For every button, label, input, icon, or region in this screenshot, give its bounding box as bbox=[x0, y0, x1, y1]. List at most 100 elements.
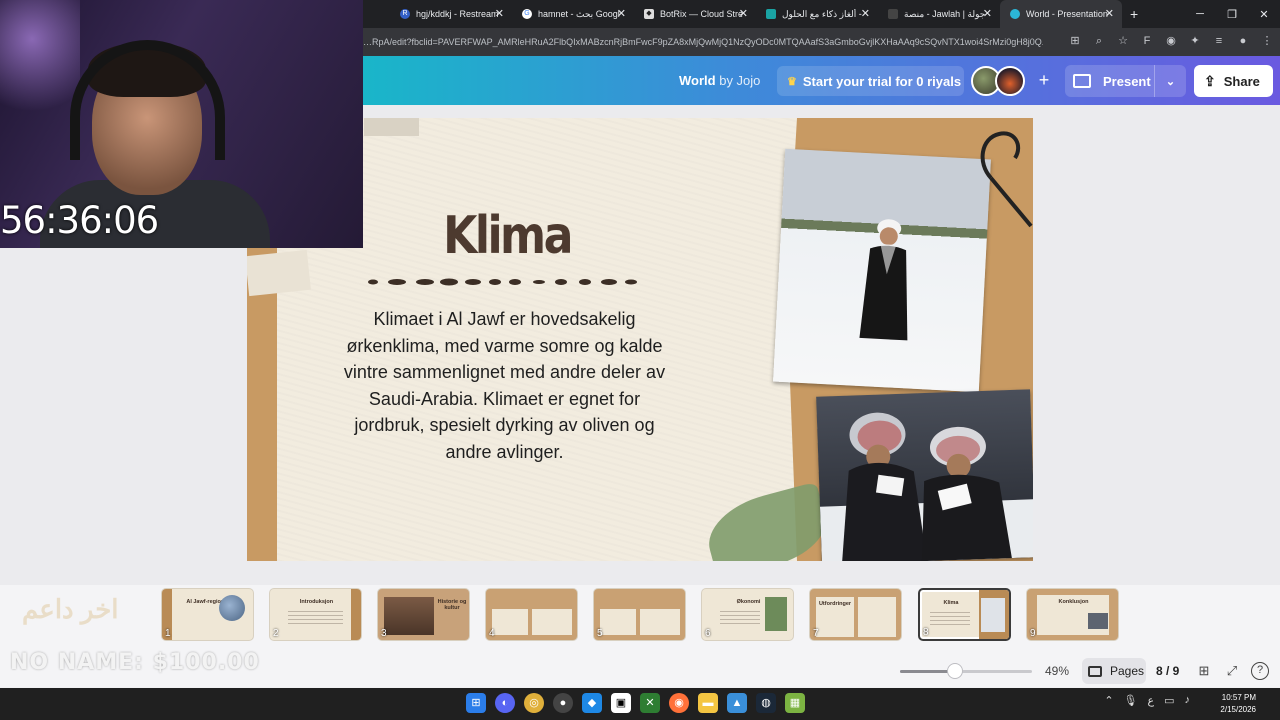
profile-icon[interactable]: ● bbox=[1236, 32, 1250, 50]
page-thumbnail[interactable]: Konklusjon 9 bbox=[1026, 588, 1119, 641]
new-tab-icon[interactable]: + bbox=[1130, 6, 1138, 22]
thumbnail-number: 4 bbox=[489, 628, 495, 639]
folder-icon[interactable]: ▬ bbox=[698, 693, 718, 713]
app-icon[interactable]: ▣ bbox=[611, 693, 631, 713]
zoom-slider[interactable] bbox=[900, 670, 1032, 673]
clock-time: 10:57 PM bbox=[1221, 693, 1256, 702]
menu-kebab-icon[interactable]: ⋮ bbox=[1260, 32, 1274, 50]
close-window-icon[interactable]: ✕ bbox=[1248, 0, 1280, 28]
page-thumbnail[interactable]: Introduksjon 2 bbox=[269, 588, 362, 641]
page-thumbnail[interactable]: Al Jawf-regionen 1 bbox=[161, 588, 254, 641]
editor-header: World by Jojo ♛ Start your trial for 0 r… bbox=[363, 56, 1280, 105]
thumbnail-title: Historie og kultur bbox=[437, 599, 467, 611]
page-thumbnail[interactable]: Utfordringer 7 bbox=[809, 588, 902, 641]
steam-icon[interactable]: ◍ bbox=[756, 693, 776, 713]
dotted-divider bbox=[368, 278, 637, 286]
slide-canvas[interactable]: Klima Klimaet i Al Jawf er hovedsakelig … bbox=[247, 118, 1033, 561]
help-icon[interactable]: ? bbox=[1251, 662, 1269, 680]
app-icon[interactable]: ◆ bbox=[582, 693, 602, 713]
avatar[interactable] bbox=[995, 66, 1025, 96]
store-icon[interactable]: ▲ bbox=[727, 693, 747, 713]
note-card bbox=[492, 609, 528, 635]
canva-icon bbox=[1010, 9, 1020, 19]
page-thumbnail-active[interactable]: Klima 8 bbox=[918, 588, 1011, 641]
page-thumbnail[interactable]: Historie og kultur 3 bbox=[377, 588, 470, 641]
close-tab-icon[interactable]: ✕ bbox=[983, 7, 992, 20]
thumbnail-photo bbox=[384, 597, 434, 635]
pages-button[interactable]: Pages bbox=[1082, 658, 1146, 684]
hook-decoration bbox=[980, 131, 1033, 228]
firefox-icon[interactable]: ◉ bbox=[669, 693, 689, 713]
page-counter: 8 / 9 bbox=[1156, 664, 1180, 678]
close-tab-icon[interactable]: ✕ bbox=[739, 7, 748, 20]
minimize-icon[interactable]: ─ bbox=[1184, 0, 1216, 28]
close-tab-icon[interactable]: ✕ bbox=[1105, 7, 1114, 20]
keyboard-layout-icon[interactable]: ع bbox=[1148, 694, 1155, 707]
globe-icon bbox=[219, 595, 245, 621]
start-trial-button[interactable]: ♛ Start your trial for 0 riyals bbox=[777, 66, 964, 96]
discord-icon[interactable]: ◐ bbox=[495, 693, 515, 713]
trial-label: Start your trial for 0 riyals bbox=[802, 73, 962, 89]
google-icon: G bbox=[522, 9, 532, 19]
zoom-icon[interactable]: ⌕ bbox=[1092, 32, 1106, 50]
page-thumbnail[interactable]: 4 bbox=[485, 588, 578, 641]
tab-google[interactable]: G hamnet - بحث Googl ✕ bbox=[512, 0, 634, 28]
page-thumbnail[interactable]: Økonomi 6 bbox=[701, 588, 794, 641]
chevron-down-icon[interactable]: ⌄ bbox=[1154, 65, 1186, 97]
chrome-icon[interactable]: ◎ bbox=[524, 693, 544, 713]
thumbnail-number: 6 bbox=[705, 628, 711, 639]
close-tab-icon[interactable]: ✕ bbox=[861, 7, 870, 20]
pages-icon bbox=[1088, 665, 1102, 677]
thumbnail-number: 2 bbox=[273, 628, 279, 639]
network-icon[interactable]: ▭ bbox=[1164, 694, 1174, 707]
system-clock[interactable]: 10:57 PM 2/15/2026 bbox=[1220, 692, 1256, 716]
doc-title-text: World bbox=[679, 73, 716, 88]
tab-restream[interactable]: R hgj/kddkj - Restream ✕ bbox=[390, 0, 512, 28]
windows-taskbar: ⊞ ◐ ◎ ● ◆ ▣ ✕ ◉ ▬ ▲ ◍ ▦ ⌃ 🎙 ع ▭ ♪ 10:57 … bbox=[0, 688, 1280, 720]
puzzle-icon[interactable]: ✦ bbox=[1188, 32, 1202, 50]
chevron-up-icon[interactable]: ⌃ bbox=[1104, 694, 1113, 707]
translate-icon[interactable]: ⊞ bbox=[1068, 32, 1082, 50]
photo-people-reading[interactable] bbox=[816, 389, 1033, 561]
present-button[interactable]: Present ⌄ bbox=[1065, 65, 1186, 97]
media-icon[interactable]: ≡ bbox=[1212, 32, 1226, 50]
start-icon[interactable]: ⊞ bbox=[466, 693, 486, 713]
thumbnail-photo bbox=[981, 598, 1005, 632]
close-tab-icon[interactable]: ✕ bbox=[617, 7, 626, 20]
thumbnail-number: 8 bbox=[923, 627, 929, 638]
photo-man-in-snow[interactable] bbox=[773, 148, 991, 393]
botrix-icon: ◆ bbox=[644, 9, 654, 19]
restore-icon[interactable]: ❐ bbox=[1216, 0, 1248, 28]
grid-view-icon[interactable]: ⊞ bbox=[1195, 662, 1213, 680]
fullscreen-icon[interactable]: ⤢ bbox=[1223, 662, 1241, 680]
slide-body-text[interactable]: Klimaet i Al Jawf er hovedsakelig ørkenk… bbox=[342, 306, 667, 465]
document-title[interactable]: World by Jojo bbox=[679, 73, 760, 88]
thumbnail-title: Utfordringer bbox=[818, 601, 852, 607]
tab-puzzles[interactable]: ألغاز ذكاء مع الحلول - ✕ bbox=[756, 0, 878, 28]
light-glow bbox=[0, 0, 80, 130]
microphone-icon[interactable]: 🎙 bbox=[1124, 694, 1138, 707]
minecraft-icon[interactable]: ▦ bbox=[785, 693, 805, 713]
webcam-overlay: 56:36:06 bbox=[0, 0, 363, 248]
slide-title[interactable]: Klima bbox=[405, 206, 609, 266]
note-card bbox=[858, 597, 896, 637]
xbox-icon[interactable]: ✕ bbox=[640, 693, 660, 713]
extension-icon[interactable]: F bbox=[1140, 32, 1154, 50]
close-tab-icon[interactable]: ✕ bbox=[495, 7, 504, 20]
volume-icon[interactable]: ♪ bbox=[1185, 694, 1191, 707]
tab-presentation[interactable]: World - Presentation ✕ bbox=[1000, 0, 1122, 28]
extension2-icon[interactable]: ◉ bbox=[1164, 32, 1178, 50]
share-button[interactable]: ⇪ Share bbox=[1194, 65, 1273, 97]
note-card bbox=[532, 609, 572, 635]
doc-author-text: by Jojo bbox=[719, 73, 761, 88]
url-field[interactable]: …RpA/edit?fbclid=PAVERFWAP_AMRleHRuA2Flb… bbox=[363, 33, 1043, 51]
page-thumbnail[interactable]: 5 bbox=[593, 588, 686, 641]
tab-botrix[interactable]: ◆ BotRix — Cloud Stre ✕ bbox=[634, 0, 756, 28]
obs-icon[interactable]: ● bbox=[553, 693, 573, 713]
add-collaborator-icon[interactable]: + bbox=[1035, 71, 1053, 89]
zoom-level[interactable]: 49% bbox=[1045, 664, 1069, 678]
torn-paper-decoration bbox=[364, 118, 419, 136]
tab-jawlah[interactable]: منصة - Jawlah | جولة ✕ bbox=[878, 0, 1000, 28]
bookmark-star-icon[interactable]: ☆ bbox=[1116, 32, 1130, 50]
thumbnail-title: Klima bbox=[943, 600, 959, 606]
